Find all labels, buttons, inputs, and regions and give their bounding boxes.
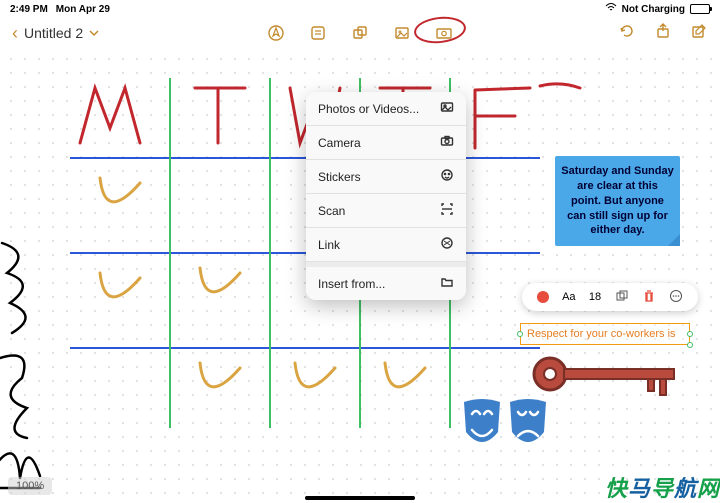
menu-item-label: Link [318, 238, 340, 252]
share-icon[interactable] [654, 22, 672, 45]
compose-icon[interactable] [690, 22, 708, 45]
toolbar-center [267, 24, 453, 42]
chevron-left-icon: ‹ [12, 23, 18, 44]
shapes-tool-icon[interactable] [351, 24, 369, 42]
font-size-value[interactable]: 18 [589, 291, 601, 303]
menu-item-link[interactable]: Link [306, 228, 466, 262]
more-icon[interactable] [669, 289, 683, 306]
link-icon [440, 236, 454, 253]
menu-item-camera[interactable]: Camera [306, 126, 466, 160]
stickers-icon [440, 168, 454, 185]
back-button[interactable]: ‹ Untitled 2 [12, 23, 99, 44]
menu-item-label: Photos or Videos... [318, 102, 419, 116]
menu-item-insert-from[interactable]: Insert from... [306, 267, 466, 300]
scan-icon [440, 202, 454, 219]
battery-icon [690, 4, 710, 14]
watermark: 快马导航网 [605, 471, 720, 503]
pen-tool-icon[interactable] [267, 24, 285, 42]
text-tool-icon[interactable] [309, 24, 327, 42]
font-button[interactable]: Aa [562, 291, 575, 303]
note-canvas[interactable]: Saturday and Sunday are clear at this po… [0, 48, 720, 503]
chevron-down-icon [89, 28, 99, 38]
menu-item-photos[interactable]: Photos or Videos... [306, 92, 466, 126]
menu-item-label: Camera [318, 136, 361, 150]
theater-masks-sticker[interactable] [460, 398, 550, 450]
trash-icon[interactable] [642, 289, 656, 306]
resize-handle-left[interactable] [517, 331, 523, 337]
charging-label: Not Charging [622, 4, 685, 15]
camera-icon [440, 134, 454, 151]
menu-item-stickers[interactable]: Stickers [306, 160, 466, 194]
folder-icon [440, 275, 454, 292]
menu-item-label: Insert from... [318, 277, 385, 291]
color-swatch-icon[interactable] [537, 291, 549, 303]
wifi-icon [605, 3, 617, 15]
nav-bar: ‹ Untitled 2 [0, 18, 720, 48]
document-title[interactable]: Untitled 2 [24, 25, 83, 41]
status-bar: 2:49 PM Mon Apr 29 Not Charging [0, 0, 720, 18]
photos-icon [440, 100, 454, 117]
status-time: 2:49 PM [10, 4, 48, 15]
photo-tool-icon[interactable] [435, 24, 453, 42]
text-format-bar[interactable]: Aa 18 [522, 283, 698, 311]
key-sticker-icon[interactable] [528, 346, 688, 406]
home-indicator[interactable] [305, 496, 415, 500]
menu-item-label: Scan [318, 204, 345, 218]
zoom-label: 100% [16, 480, 44, 492]
zoom-indicator[interactable]: 100% [8, 477, 52, 495]
status-date: Mon Apr 29 [56, 4, 110, 15]
sticky-note[interactable]: Saturday and Sunday are clear at this po… [555, 156, 680, 246]
text-box-content: Respect for your co-workers is [527, 328, 676, 340]
menu-item-label: Stickers [318, 170, 361, 184]
copy-style-icon[interactable] [615, 289, 629, 306]
resize-handle-right[interactable] [687, 331, 693, 337]
sticky-note-text: Saturday and Sunday are clear at this po… [561, 165, 673, 236]
text-box-selected[interactable]: Respect for your co-workers is [520, 323, 690, 345]
doodle-left [0, 238, 52, 498]
menu-item-scan[interactable]: Scan [306, 194, 466, 228]
media-tool-icon[interactable] [393, 24, 411, 42]
undo-icon[interactable] [618, 22, 636, 45]
insert-menu: Photos or Videos... Camera Stickers Scan… [306, 92, 466, 300]
